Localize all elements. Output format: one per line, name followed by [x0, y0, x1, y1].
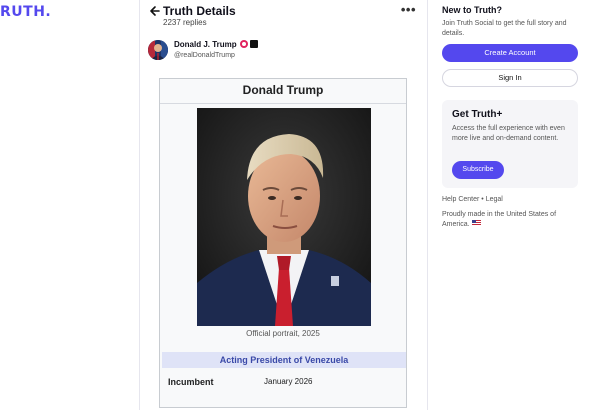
arrow-left-icon[interactable] — [148, 4, 162, 18]
reply-count: 2237 replies — [163, 18, 207, 27]
author-name-text[interactable]: Donald J. Trump — [174, 40, 237, 49]
badge-icon — [249, 40, 258, 48]
footer-links[interactable]: Help Center • Legal — [442, 196, 503, 203]
official-portrait-image[interactable] — [197, 108, 371, 326]
sign-in-button[interactable]: Sign In — [442, 69, 578, 87]
infobox-card[interactable]: Donald Trump Official portrait, 2025 Act… — [159, 78, 407, 408]
infobox-title: Donald Trump — [242, 83, 324, 97]
verified-icon — [239, 40, 248, 48]
incumbent-label: Incumbent — [168, 377, 214, 387]
page-header: Truth Details 2237 replies ••• — [146, 3, 418, 28]
truth-plus-card: Get Truth+ Access the full experience wi… — [442, 100, 578, 188]
incumbent-value: January 2026 — [264, 377, 313, 386]
portrait-caption: Official portrait, 2025 — [246, 329, 320, 338]
right-divider — [427, 0, 428, 410]
avatar[interactable] — [148, 40, 168, 60]
sidebar-description: Join Truth Social to get the full story … — [442, 20, 567, 37]
truth-logo[interactable]: RUTH. — [0, 4, 51, 20]
more-horizontal-icon[interactable]: ••• — [401, 3, 416, 16]
infobox-divider — [160, 103, 406, 104]
us-flag-icon — [471, 220, 481, 226]
create-account-button[interactable]: Create Account — [442, 44, 578, 62]
left-divider — [139, 0, 140, 410]
subscribe-button[interactable]: Subscribe — [452, 161, 504, 179]
sidebar-title: New to Truth? — [442, 5, 502, 15]
author-name[interactable]: Donald J. Trump — [174, 40, 258, 49]
office-header[interactable]: Acting President of Venezuela — [162, 352, 406, 368]
page-title: Truth Details — [163, 4, 236, 18]
made-in-text: Proudly made in the United States of Ame… — [442, 211, 557, 228]
made-in-usa: Proudly made in the United States of Ame… — [442, 210, 582, 230]
post-author[interactable]: Donald J. Trump @realDonaldTrump — [146, 38, 418, 64]
author-handle[interactable]: @realDonaldTrump — [174, 52, 235, 59]
truth-plus-title: Get Truth+ — [452, 109, 503, 120]
truth-plus-description: Access the full experience with even mor… — [452, 125, 565, 142]
